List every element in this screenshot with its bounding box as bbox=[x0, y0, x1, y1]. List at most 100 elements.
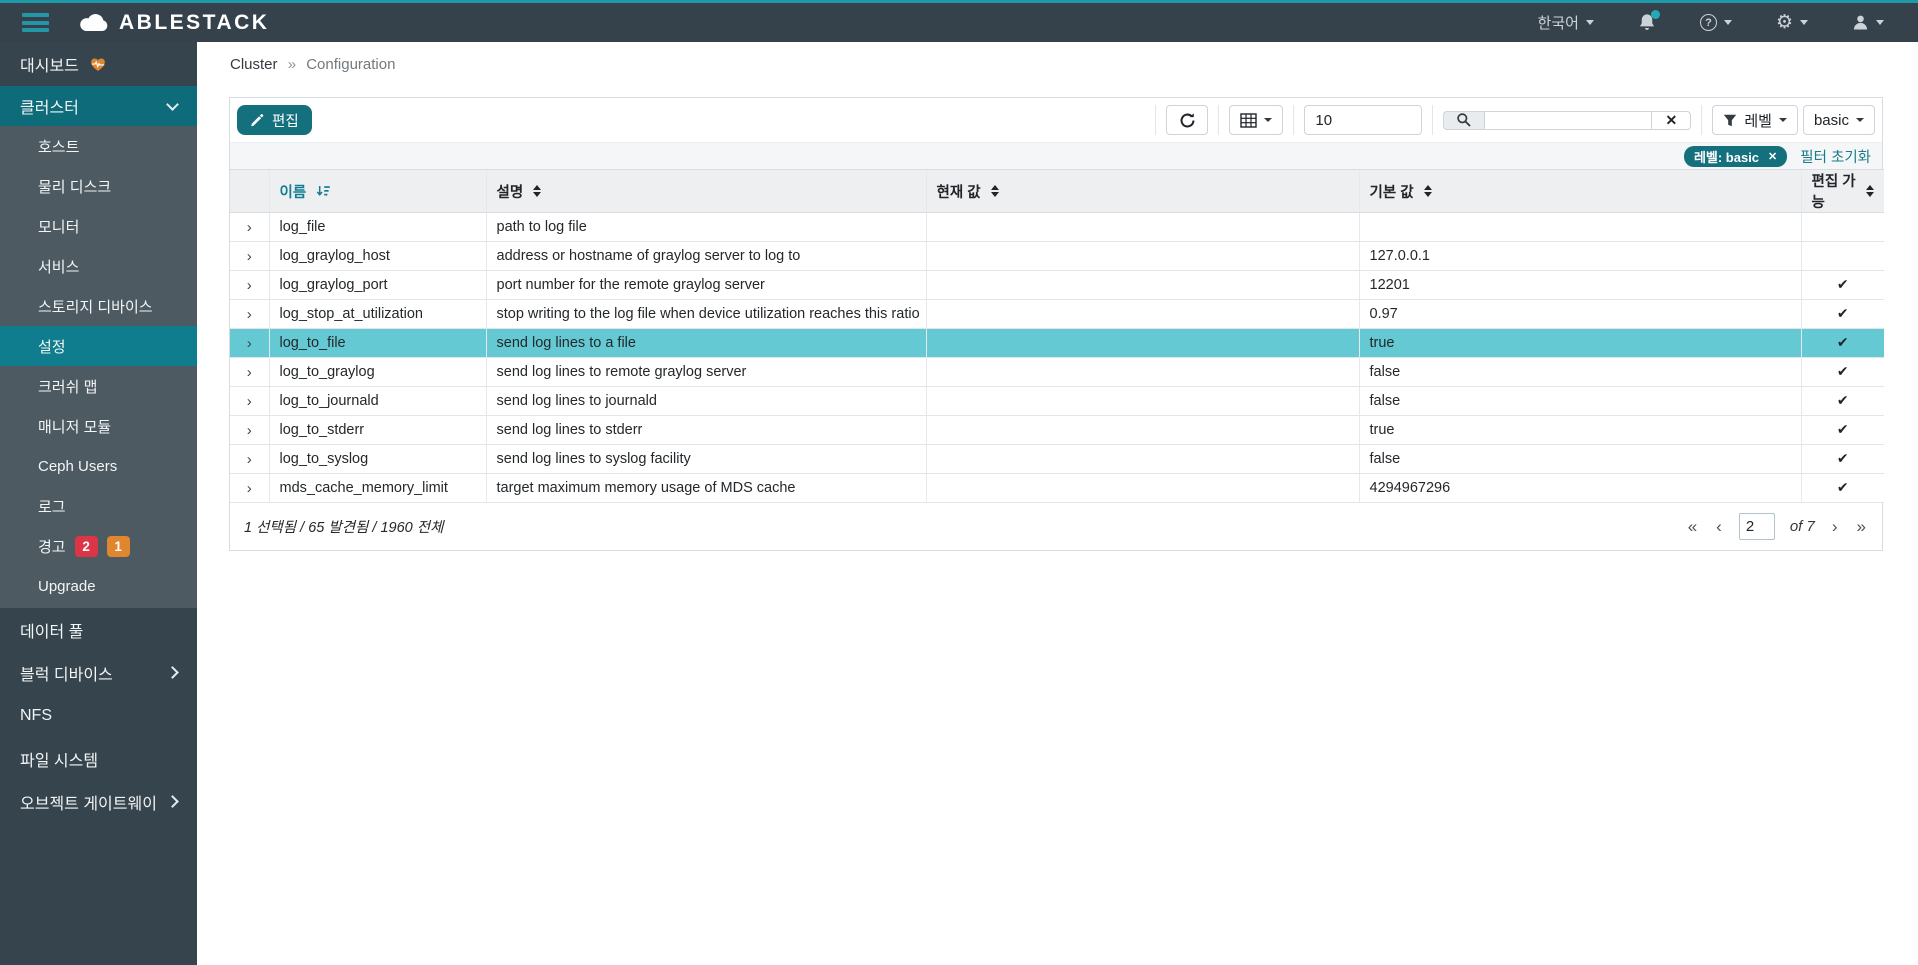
last-page-button[interactable]: » bbox=[1855, 517, 1868, 537]
cell-current-value bbox=[925, 386, 1359, 416]
sidebar-item-dashboard[interactable]: 대시보드 bbox=[0, 42, 197, 86]
level-filter-dropdown[interactable]: 레벨 bbox=[1712, 105, 1798, 135]
sidebar-item-object-gateway[interactable]: 오브젝트 게이트웨이 bbox=[0, 780, 197, 823]
table-toolbar: 편집 10 ✕ 레벨 basic bbox=[230, 98, 1882, 142]
cell-description: send log lines to a file bbox=[485, 328, 926, 358]
cell-default-value: true bbox=[1358, 415, 1801, 445]
breadcrumb-separator: » bbox=[287, 56, 297, 73]
pencil-icon bbox=[250, 113, 264, 127]
user-dropdown[interactable] bbox=[1852, 14, 1884, 31]
alert-count-badge-critical: 2 bbox=[74, 535, 98, 557]
sidebar-item-logs[interactable]: 로그 bbox=[0, 486, 197, 526]
clear-filters-link[interactable]: 필터 초기화 bbox=[1800, 146, 1871, 167]
language-label: 한국어 bbox=[1537, 15, 1579, 32]
cell-name: log_to_syslog bbox=[268, 444, 486, 474]
cell-description: address or hostname of graylog server to… bbox=[485, 241, 926, 271]
search-input[interactable] bbox=[1485, 110, 1652, 130]
column-header-current-value[interactable]: 현재 값 bbox=[925, 169, 1359, 213]
expand-row-icon[interactable]: › bbox=[230, 212, 269, 242]
table-row-selected[interactable]: › log_to_file send log lines to a file t… bbox=[230, 328, 1884, 358]
sidebar-item-upgrade[interactable]: Upgrade bbox=[0, 566, 197, 606]
cell-default-value: false bbox=[1358, 444, 1801, 474]
table-row[interactable]: › log_graylog_host address or hostname o… bbox=[230, 241, 1884, 271]
refresh-button[interactable] bbox=[1166, 105, 1209, 135]
sidebar-item-ceph-users[interactable]: Ceph Users bbox=[0, 446, 197, 486]
cluster-submenu: 호스트 물리 디스크 모니터 서비스 스토리지 디바이스 설정 크러쉬 맵 매니… bbox=[0, 126, 197, 608]
expand-row-icon[interactable]: › bbox=[230, 241, 269, 271]
sidebar-item-physical-disks[interactable]: 물리 디스크 bbox=[0, 166, 197, 206]
configuration-table: 이름 설명 현재 값 기본 값 편집 가능 › log_file path to… bbox=[230, 169, 1884, 503]
main-content: Cluster » Configuration 편집 10 ✕ 레벨 basic… bbox=[197, 42, 1918, 965]
remove-filter-icon[interactable]: ✕ bbox=[1768, 150, 1777, 163]
table-row[interactable]: › log_file path to log file bbox=[230, 212, 1884, 242]
sidebar-item-cluster[interactable]: 클러스터 bbox=[0, 86, 197, 126]
table-row[interactable]: › mds_cache_memory_limit target maximum … bbox=[230, 473, 1884, 503]
table-row[interactable]: › log_to_journald send log lines to jour… bbox=[230, 386, 1884, 416]
level-value-dropdown[interactable]: basic bbox=[1802, 105, 1875, 135]
sidebar-item-manager-modules[interactable]: 매니저 모듈 bbox=[0, 406, 197, 446]
table-row[interactable]: › log_to_graylog send log lines to remot… bbox=[230, 357, 1884, 387]
sidebar-item-configuration[interactable]: 설정 bbox=[0, 326, 197, 366]
sidebar-item-hosts[interactable]: 호스트 bbox=[0, 126, 197, 166]
expand-row-icon[interactable]: › bbox=[230, 444, 269, 474]
notifications-button[interactable] bbox=[1638, 10, 1660, 32]
gear-icon: ⚙ bbox=[1775, 11, 1793, 33]
expand-row-icon[interactable]: › bbox=[230, 357, 269, 387]
cell-name: log_file bbox=[268, 212, 486, 242]
first-page-button[interactable]: « bbox=[1686, 517, 1699, 537]
pagination: « ‹ of 7 › » bbox=[1686, 513, 1868, 540]
search-button[interactable] bbox=[1443, 110, 1486, 130]
chevron-down-icon bbox=[1264, 118, 1273, 122]
sidebar-item-monitors[interactable]: 모니터 bbox=[0, 206, 197, 246]
column-header-description[interactable]: 설명 bbox=[485, 169, 926, 213]
expand-row-icon[interactable]: › bbox=[230, 386, 269, 416]
sidebar-item-services[interactable]: 서비스 bbox=[0, 246, 197, 286]
edit-button[interactable]: 편집 bbox=[237, 105, 312, 135]
editable-check-icon: ✔ bbox=[1800, 415, 1884, 445]
filter-chip-level-basic[interactable]: 레벨: basic ✕ bbox=[1683, 145, 1788, 167]
chevron-down-icon bbox=[1800, 20, 1808, 25]
breadcrumb-parent[interactable]: Cluster bbox=[230, 56, 278, 73]
prev-page-button[interactable]: ‹ bbox=[1714, 517, 1724, 537]
table-row[interactable]: › log_to_stderr send log lines to stderr… bbox=[230, 415, 1884, 445]
search-group: ✕ bbox=[1443, 110, 1692, 130]
table-row[interactable]: › log_to_syslog send log lines to syslog… bbox=[230, 444, 1884, 474]
menu-toggle-icon[interactable] bbox=[22, 13, 49, 32]
column-header-editable[interactable]: 편집 가능 bbox=[1800, 169, 1884, 213]
cell-name: log_stop_at_utilization bbox=[268, 299, 486, 329]
page-size-input[interactable] bbox=[1304, 105, 1423, 135]
clear-search-button[interactable]: ✕ bbox=[1651, 110, 1692, 130]
heart-pulse-icon bbox=[89, 57, 107, 72]
chevron-down-icon bbox=[1585, 20, 1594, 25]
sidebar-item-file-systems[interactable]: 파일 시스템 bbox=[0, 737, 197, 780]
cell-description: path to log file bbox=[485, 212, 926, 242]
expand-row-icon[interactable]: › bbox=[230, 270, 269, 300]
cell-name: log_graylog_host bbox=[268, 241, 486, 271]
language-dropdown[interactable]: 한국어 bbox=[1538, 12, 1594, 33]
sidebar-item-storage-devices[interactable]: 스토리지 디바이스 bbox=[0, 286, 197, 326]
column-visibility-dropdown[interactable] bbox=[1229, 105, 1284, 135]
expand-row-icon[interactable]: › bbox=[230, 415, 269, 445]
settings-dropdown[interactable]: ⚙ bbox=[1776, 13, 1808, 32]
sidebar-item-nfs[interactable]: NFS bbox=[0, 694, 197, 737]
page-number-input[interactable] bbox=[1738, 513, 1775, 540]
expand-row-icon[interactable]: › bbox=[230, 299, 269, 329]
chevron-down-icon bbox=[1856, 118, 1864, 122]
column-header-name[interactable]: 이름 bbox=[268, 169, 486, 213]
sidebar-item-pools[interactable]: 데이터 풀 bbox=[0, 608, 197, 651]
cell-description: port number for the remote graylog serve… bbox=[485, 270, 926, 300]
help-dropdown[interactable]: ? bbox=[1699, 14, 1732, 31]
table-row[interactable]: › log_graylog_port port number for the r… bbox=[230, 270, 1884, 300]
expand-row-icon[interactable]: › bbox=[230, 473, 269, 503]
sort-icon bbox=[1423, 184, 1432, 198]
top-navbar: ABLESTACK 한국어 ? ⚙ bbox=[0, 0, 1918, 42]
next-page-button[interactable]: › bbox=[1830, 517, 1840, 537]
sidebar-item-crush-map[interactable]: 크러쉬 맵 bbox=[0, 366, 197, 406]
expand-row-icon[interactable]: › bbox=[230, 328, 269, 358]
cell-description: send log lines to remote graylog server bbox=[485, 357, 926, 387]
sidebar-item-block-devices[interactable]: 블럭 디바이스 bbox=[0, 651, 197, 694]
column-header-default-value[interactable]: 기본 값 bbox=[1358, 169, 1801, 213]
sidebar-item-alerts[interactable]: 경고 2 1 bbox=[0, 526, 197, 566]
cell-default-value: true bbox=[1358, 328, 1801, 358]
table-row[interactable]: › log_stop_at_utilization stop writing t… bbox=[230, 299, 1884, 329]
